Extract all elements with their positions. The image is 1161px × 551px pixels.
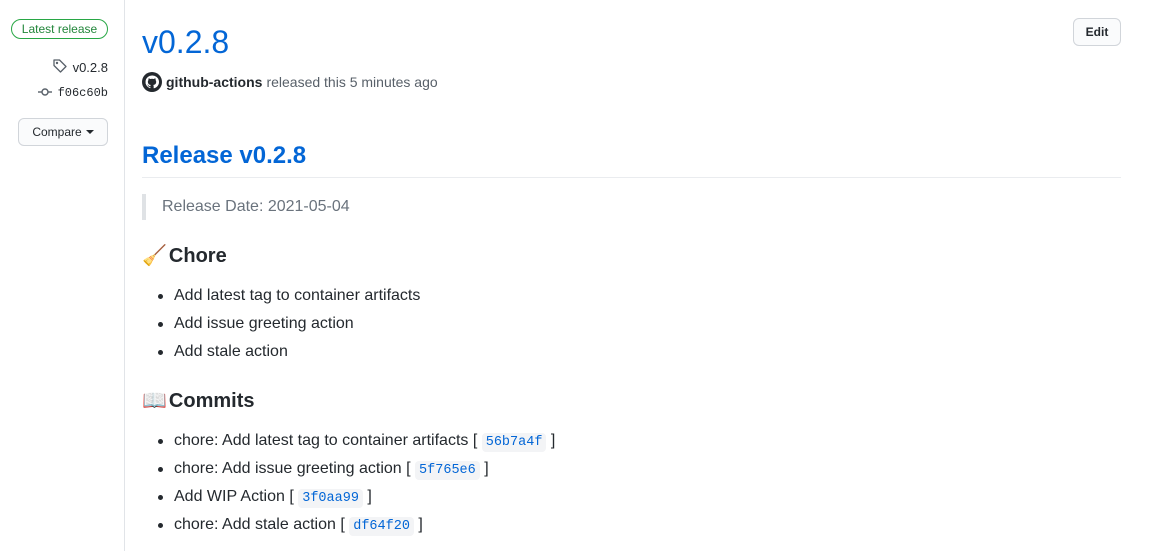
- tag-link[interactable]: v0.2.8: [52, 58, 108, 76]
- broom-emoji-icon: 🧹: [142, 245, 167, 267]
- list-item: chore: Add issue greeting action [ 5f765…: [157, 455, 555, 483]
- commits-list: chore: Add latest tag to container artif…: [142, 427, 555, 539]
- release-sidebar: Latest release v0.2.8 f06c60b Compare: [0, 0, 125, 551]
- commit-sha-link[interactable]: 56b7a4f: [481, 433, 547, 452]
- latest-release-badge: Latest release: [11, 19, 108, 39]
- commit-link[interactable]: f06c60b: [37, 84, 108, 102]
- commit-sha-link[interactable]: 5f765e6: [415, 461, 480, 480]
- chore-heading: 🧹 Chore: [142, 243, 227, 269]
- tag-icon: [52, 58, 68, 77]
- list-item: Add issue greeting action: [157, 310, 420, 338]
- book-emoji-icon: 📖: [142, 390, 167, 412]
- list-item: chore: Add stale action [ df64f20 ]: [157, 511, 555, 539]
- commit-sha-link[interactable]: 3f0aa99: [298, 489, 363, 508]
- commit-icon: [37, 84, 53, 103]
- edit-label: Edit: [1085, 25, 1109, 39]
- list-item: Add WIP Action [ 3f0aa99 ]: [157, 483, 555, 511]
- commit-message: chore: Add stale action: [174, 516, 336, 533]
- release-date-quote: Release Date: 2021-05-04: [142, 194, 350, 220]
- release-version-title[interactable]: v0.2.8: [142, 22, 229, 62]
- caret-down-icon: [85, 130, 94, 134]
- list-item: Add stale action: [157, 338, 420, 366]
- compare-label: Compare: [32, 125, 82, 139]
- commit-message: chore: Add issue greeting action: [174, 460, 402, 477]
- released-text: released this 5 minutes ago: [266, 74, 438, 90]
- chore-heading-label: Chore: [168, 245, 227, 267]
- compare-button[interactable]: Compare: [18, 118, 108, 146]
- edit-button[interactable]: Edit: [1073, 18, 1121, 46]
- author-link[interactable]: github-actions: [166, 74, 262, 90]
- chore-list: Add latest tag to container artifacts Ad…: [142, 282, 420, 366]
- commit-sha: f06c60b: [57, 86, 108, 100]
- commit-message: Add WIP Action: [174, 488, 285, 505]
- release-meta: github-actions released this 5 minutes a…: [142, 72, 438, 92]
- tag-label: v0.2.8: [72, 59, 108, 75]
- commits-heading-label: Commits: [168, 390, 255, 412]
- commit-sha-link[interactable]: df64f20: [349, 517, 414, 536]
- commits-heading: 📖 Commits: [142, 388, 254, 414]
- list-item: Add latest tag to container artifacts: [157, 282, 420, 310]
- commit-message: chore: Add latest tag to container artif…: [174, 432, 469, 449]
- release-heading[interactable]: Release v0.2.8: [142, 140, 1121, 178]
- github-avatar-icon[interactable]: [142, 72, 162, 92]
- list-item: chore: Add latest tag to container artif…: [157, 427, 555, 455]
